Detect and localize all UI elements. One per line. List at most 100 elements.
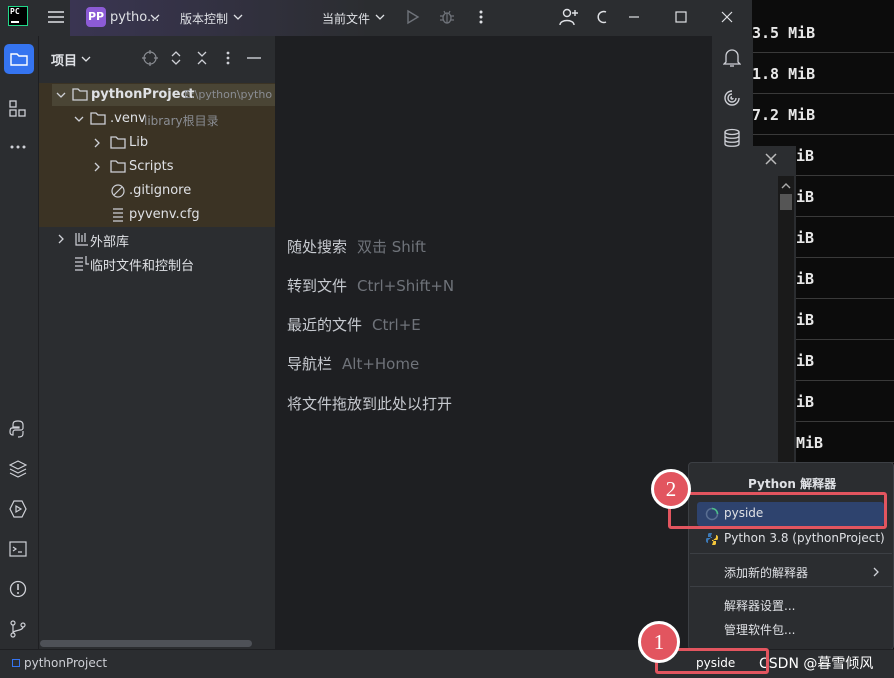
text-file-icon xyxy=(111,207,125,223)
project-square-icon xyxy=(12,659,20,667)
step-marker-1: 1 xyxy=(638,621,680,663)
minimize-icon[interactable] xyxy=(628,11,640,23)
expand-all-icon[interactable] xyxy=(170,50,182,66)
background-scroll-thumb[interactable] xyxy=(780,194,792,210)
chevron-down-icon xyxy=(56,90,66,100)
chevron-right-icon xyxy=(92,162,102,172)
library-icon xyxy=(74,231,90,247)
chevron-down-icon xyxy=(233,12,243,22)
highlight-box-pyside-item xyxy=(668,492,887,529)
options-icon[interactable] xyxy=(224,50,232,66)
folder-icon xyxy=(72,87,88,101)
hint-go-to-file: 转到文件 Ctrl+Shift+N xyxy=(287,277,455,295)
locate-icon[interactable] xyxy=(142,50,158,66)
terminal-text: MiB xyxy=(796,434,824,452)
main-menu-icon[interactable] xyxy=(47,9,65,25)
run-config-dropdown[interactable]: 当前文件 xyxy=(322,10,370,27)
interpreter-settings-item[interactable]: 解释器设置... xyxy=(697,593,884,617)
terminal-text: iB xyxy=(796,147,815,165)
tree-label: 临时文件和控制台 xyxy=(90,259,195,274)
interpreter-item-python38[interactable]: Python 3.8 (pythonProject) xyxy=(697,527,885,551)
tree-item-external-libraries[interactable]: 外部库 xyxy=(52,228,275,250)
tree-label: pythonProject xyxy=(91,87,195,102)
terminal-text: iB xyxy=(796,229,815,247)
tree-item-venv[interactable]: .venv library根目录 xyxy=(52,108,275,130)
chevron-right-icon xyxy=(871,567,881,577)
watermark: CSDN @暮雪倾风 xyxy=(759,656,874,672)
tree-item-gitignore[interactable]: .gitignore xyxy=(52,180,275,202)
chevron-right-icon xyxy=(92,138,102,148)
vcs-dropdown[interactable]: 版本控制 xyxy=(180,10,228,27)
problems-icon[interactable] xyxy=(9,580,27,598)
run-icon[interactable] xyxy=(405,9,421,25)
structure-icon[interactable] xyxy=(9,100,27,118)
tree-item-pyvenv-cfg[interactable]: pyvenv.cfg xyxy=(52,204,275,226)
menu-label: 添加新的解释器 xyxy=(724,566,809,580)
terminal-text: iB xyxy=(796,270,815,288)
terminal-text: iB xyxy=(796,188,815,206)
database-icon[interactable] xyxy=(723,128,741,148)
window-close-icon[interactable] xyxy=(721,11,733,23)
hint-navigation-bar: 导航栏 Alt+Home xyxy=(287,355,420,373)
add-interpreter-item[interactable]: 添加新的解释器 xyxy=(697,560,884,584)
terminal-text: 1.8 MiB xyxy=(752,65,816,83)
scroll-up-icon[interactable] xyxy=(778,180,794,192)
more-tools-icon[interactable] xyxy=(9,142,27,152)
project-panel-scrollbar[interactable] xyxy=(40,640,252,647)
divider xyxy=(690,553,892,554)
project-badge[interactable]: PP xyxy=(86,7,106,27)
background-scrollbar[interactable] xyxy=(778,176,794,466)
interpreter-label: Python 3.8 (pythonProject) xyxy=(724,531,885,545)
project-panel-title[interactable]: 项目 xyxy=(51,50,77,69)
tree-item-scratches[interactable]: 临时文件和控制台 xyxy=(52,252,275,274)
hide-panel-icon[interactable] xyxy=(247,56,261,60)
debug-icon[interactable] xyxy=(438,8,456,26)
ignore-file-icon xyxy=(110,183,126,199)
tree-item-scripts[interactable]: Scripts xyxy=(52,156,275,178)
ai-assistant-icon[interactable] xyxy=(723,89,741,107)
terminal-text: iB xyxy=(796,393,815,411)
terminal-text: iB xyxy=(796,311,815,329)
folder-icon xyxy=(10,51,28,67)
tree-label: Scripts xyxy=(129,159,174,174)
services-icon[interactable] xyxy=(9,500,27,518)
maximize-icon[interactable] xyxy=(675,11,687,23)
menu-label: 解释器设置... xyxy=(724,599,796,613)
tree-item-lib[interactable]: Lib xyxy=(52,132,275,154)
more-actions-icon[interactable] xyxy=(474,9,488,25)
folder-icon xyxy=(110,135,126,149)
collapse-all-icon[interactable] xyxy=(196,50,208,66)
hint-recent-files: 最近的文件 Ctrl+E xyxy=(287,316,421,334)
step-marker-2: 2 xyxy=(651,469,691,509)
editor-area xyxy=(276,36,711,649)
terminal-icon[interactable] xyxy=(9,540,27,558)
python-packages-icon[interactable] xyxy=(9,420,27,438)
layers-icon[interactable] xyxy=(9,460,27,478)
terminal-text: iB xyxy=(796,352,815,370)
folder-icon xyxy=(110,159,126,173)
tree-label: Lib xyxy=(129,135,149,150)
folder-icon xyxy=(90,111,106,125)
chevron-down-icon xyxy=(74,114,84,124)
chevron-down-icon xyxy=(150,12,160,22)
chevron-right-icon xyxy=(56,234,66,244)
notifications-icon[interactable] xyxy=(723,48,741,68)
chevron-down-icon[interactable] xyxy=(81,54,91,64)
tree-label: .gitignore xyxy=(129,183,192,198)
git-icon[interactable] xyxy=(9,620,27,638)
divider xyxy=(690,586,892,587)
status-project[interactable]: pythonProject xyxy=(24,656,107,670)
manage-packages-item[interactable]: 管理软件包... xyxy=(697,617,884,641)
popup-title: Python 解释器 xyxy=(748,477,837,491)
tree-label: 外部库 xyxy=(90,235,130,250)
close-icon[interactable] xyxy=(764,152,778,166)
hint-drop-files: 将文件拖放到此处以打开 xyxy=(287,395,453,413)
updates-spinner-icon[interactable] xyxy=(596,9,610,25)
terminal-text: 7.2 MiB xyxy=(752,106,816,124)
scratch-file-icon xyxy=(74,255,90,271)
add-user-icon[interactable] xyxy=(559,7,579,27)
menu-label: 管理软件包... xyxy=(724,623,796,637)
app-logo-text: PC xyxy=(10,7,20,16)
tree-item-pythonproject[interactable]: pythonProject E:\python\pytho xyxy=(52,84,275,106)
project-tool-button[interactable] xyxy=(4,44,34,74)
